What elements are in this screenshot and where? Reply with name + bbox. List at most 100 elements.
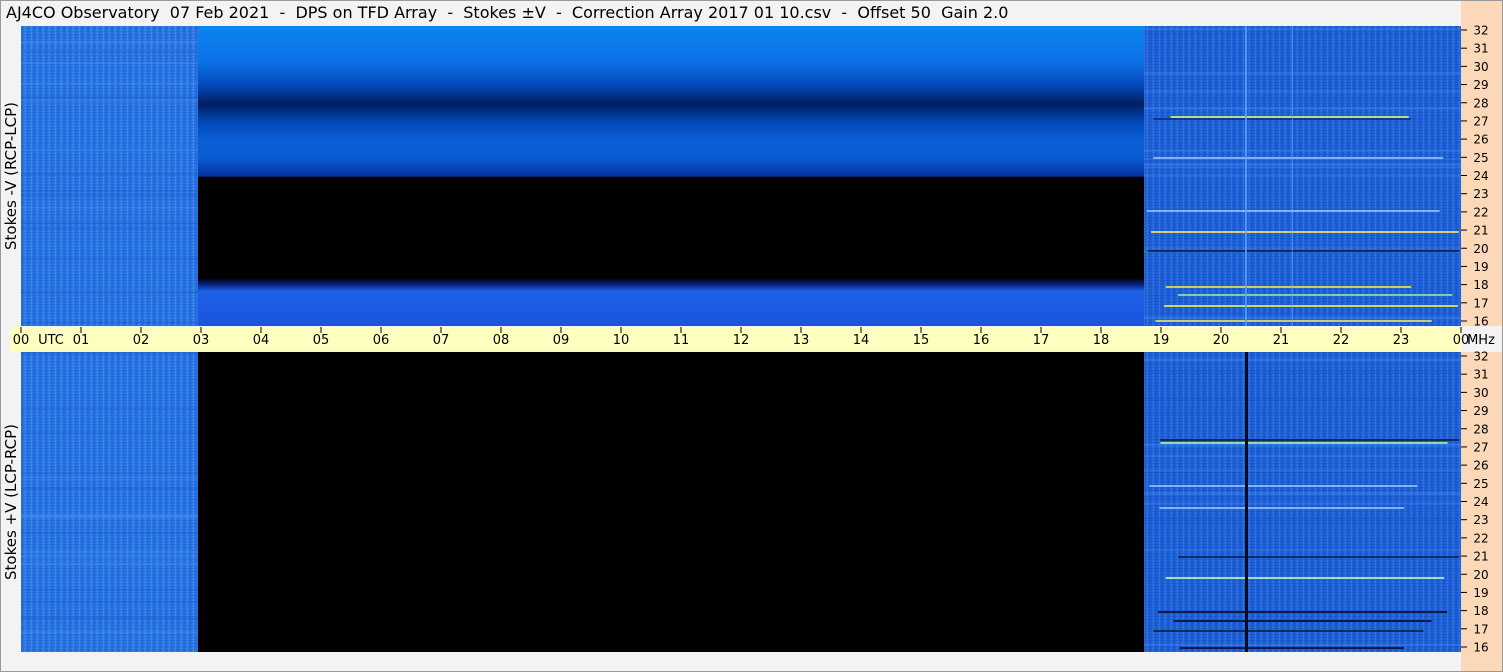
noise-band bbox=[21, 617, 198, 620]
noise-band bbox=[1144, 443, 1461, 447]
time-tick-label: 23 bbox=[1393, 333, 1410, 348]
vertical-line bbox=[1292, 26, 1293, 326]
time-tick-label: 04 bbox=[253, 333, 270, 348]
time-tick-label: 05 bbox=[313, 333, 330, 348]
noise-band bbox=[21, 352, 198, 355]
frequency-tick-label: 32 bbox=[1473, 350, 1488, 364]
time-tick-label: 01 bbox=[73, 333, 90, 348]
noise-band bbox=[1144, 174, 1461, 177]
frequency-tick-label: 30 bbox=[1473, 386, 1488, 400]
vertical-line bbox=[1245, 352, 1248, 652]
noise-band bbox=[21, 49, 198, 53]
spectrogram-chart: 00 01 02 03 04 05 06 07 08 09 10 11 12 13 14 15 16 17 18 19… bbox=[10, 0, 1503, 672]
segment-1 bbox=[198, 352, 1145, 652]
frequency-tick-label: 32 bbox=[1473, 24, 1488, 38]
interference-line bbox=[1179, 647, 1405, 649]
noise-band bbox=[21, 194, 198, 197]
top-panel bbox=[21, 26, 1461, 326]
time-tick-label: 15 bbox=[913, 333, 930, 348]
interference-line bbox=[1159, 439, 1460, 441]
bottom-panel bbox=[21, 352, 1461, 652]
time-tick-label: 03 bbox=[193, 333, 210, 348]
frequency-tick-label: 28 bbox=[1473, 422, 1488, 436]
time-tick-label: 19 bbox=[1153, 333, 1170, 348]
interference-line bbox=[1153, 630, 1424, 632]
frequency-tick-label: 31 bbox=[1473, 368, 1488, 382]
frequency-tick-label: 17 bbox=[1473, 622, 1488, 636]
noise-band bbox=[1144, 504, 1461, 507]
frequency-tick-label: 28 bbox=[1473, 96, 1488, 110]
interference-line bbox=[1147, 250, 1460, 252]
frequency-tick-label: 18 bbox=[1473, 278, 1488, 292]
noise-band bbox=[1144, 398, 1461, 401]
interference-line bbox=[1165, 577, 1445, 579]
interference-line bbox=[1160, 442, 1448, 444]
bottom-panel-ylabel: Stokes +V (LCP-RCP) bbox=[2, 424, 20, 580]
noise-band bbox=[21, 478, 198, 480]
noise-band bbox=[21, 99, 198, 102]
noise-band bbox=[21, 432, 198, 435]
time-tick-label: 07 bbox=[433, 333, 450, 348]
noise-band bbox=[21, 62, 198, 65]
noise-band bbox=[1144, 90, 1461, 93]
noise-band bbox=[1144, 492, 1461, 496]
interference-line bbox=[1177, 294, 1453, 296]
noise-band bbox=[21, 257, 198, 260]
noise-band bbox=[21, 631, 198, 634]
frequency-tick-label: 24 bbox=[1473, 169, 1488, 183]
time-tick-label: 09 bbox=[553, 333, 570, 348]
noise-band bbox=[21, 555, 198, 558]
noise-band bbox=[1144, 362, 1461, 365]
interference-line bbox=[1146, 210, 1440, 212]
noise-band bbox=[21, 600, 198, 603]
noise-band bbox=[1144, 162, 1461, 166]
interference-line bbox=[1173, 620, 1432, 622]
frequency-tick-label: 23 bbox=[1473, 187, 1488, 201]
frequency-tick-label: 16 bbox=[1473, 641, 1488, 655]
time-tick-label: 18 bbox=[1093, 333, 1110, 348]
frequency-tick-label: 21 bbox=[1473, 550, 1488, 564]
time-tick-label: 12 bbox=[733, 333, 750, 348]
frequency-tick-label: 29 bbox=[1473, 78, 1488, 92]
noise-band bbox=[21, 473, 198, 475]
noise-band bbox=[1144, 522, 1461, 524]
noise-band bbox=[21, 223, 198, 225]
time-tick-label: 17 bbox=[1033, 333, 1050, 348]
time-tick-label: 16 bbox=[973, 333, 990, 348]
interference-line bbox=[1150, 231, 1459, 233]
frequency-tick-label: 31 bbox=[1473, 42, 1488, 56]
segment-1 bbox=[198, 26, 1145, 326]
noise-band bbox=[21, 206, 198, 209]
time-tick-label: 22 bbox=[1333, 333, 1350, 348]
noise-band bbox=[1144, 518, 1461, 521]
time-tick-label: 00 bbox=[13, 333, 30, 348]
frequency-tick-label: 21 bbox=[1473, 224, 1488, 238]
frequency-tick-label: 22 bbox=[1473, 531, 1488, 545]
noise-band bbox=[1144, 166, 1461, 168]
noise-band bbox=[21, 532, 198, 534]
noise-band bbox=[1144, 549, 1461, 551]
interference-line bbox=[1155, 320, 1432, 322]
interference-line bbox=[1149, 485, 1418, 487]
frequency-tick-label: 20 bbox=[1473, 242, 1488, 256]
noise-band bbox=[1144, 33, 1461, 35]
interference-line bbox=[1159, 507, 1405, 509]
frequency-tick-label: 27 bbox=[1473, 440, 1488, 454]
time-tick-label: 20 bbox=[1213, 333, 1230, 348]
noise-band bbox=[21, 96, 198, 99]
time-tick-label: 02 bbox=[133, 333, 150, 348]
segment-0 bbox=[21, 26, 198, 326]
noise-band bbox=[1144, 643, 1461, 646]
vertical-line bbox=[1245, 26, 1247, 326]
time-tick-label: 08 bbox=[493, 333, 510, 348]
noise-band bbox=[21, 487, 198, 490]
interference-line bbox=[1158, 611, 1448, 613]
frequency-tick-label: 26 bbox=[1473, 459, 1488, 473]
frequency-tick-label: 25 bbox=[1473, 151, 1488, 165]
noise-band bbox=[21, 190, 198, 192]
noise-band bbox=[21, 407, 198, 410]
noise-band bbox=[21, 221, 198, 224]
noise-band bbox=[1144, 28, 1461, 30]
interference-line bbox=[1153, 118, 1412, 120]
interference-line bbox=[1153, 157, 1444, 159]
